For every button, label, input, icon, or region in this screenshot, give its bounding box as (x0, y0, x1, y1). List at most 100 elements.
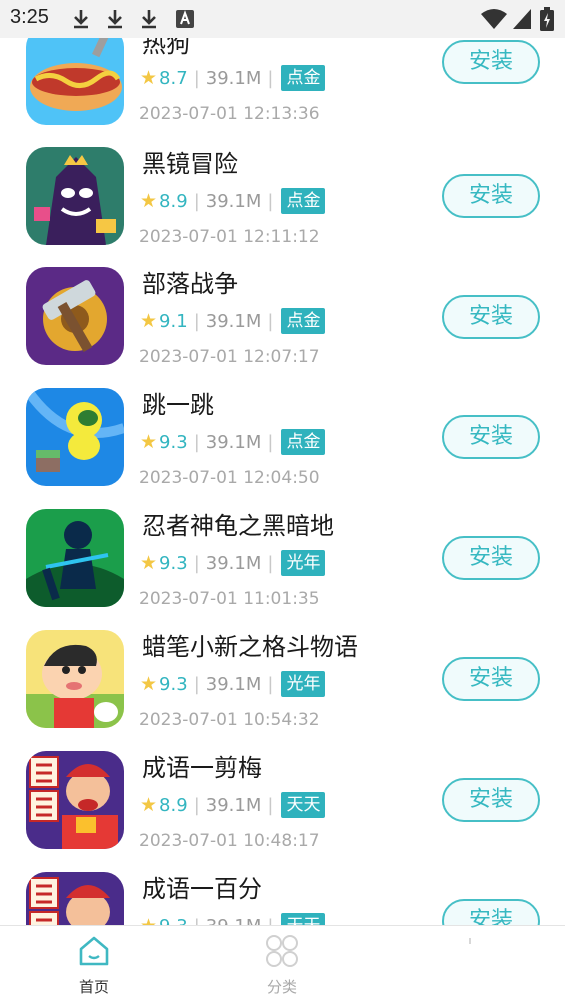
app-rating: 8.9 (159, 190, 188, 212)
app-meta: ★ 9.3 | 39.1M | 点金 (140, 428, 326, 456)
app-date: 2023-07-01 11:01:35 (139, 589, 320, 609)
install-button[interactable]: 安装 (442, 899, 540, 925)
app-name: 黑镜冒险 (142, 150, 238, 178)
battery-icon (540, 7, 554, 31)
app-meta: ★ 8.9 | 39.1M | 点金 (140, 187, 326, 215)
app-rating: 9.1 (159, 310, 188, 332)
app-size: 39.1M (205, 552, 262, 574)
install-button[interactable]: 安装 (442, 174, 540, 218)
list-item[interactable]: 跳一跳 ★ 9.3 | 39.1M | 点金 2023-07-01 12:04:… (0, 388, 565, 509)
app-rating: 8.7 (159, 67, 188, 89)
app-date: 2023-07-01 10:48:17 (139, 831, 320, 851)
app-name: 忍者神龟之黑暗地 (142, 512, 334, 540)
app-rating: 8.9 (159, 794, 188, 816)
divider: | (193, 310, 200, 332)
list-item[interactable]: 黑镜冒险 ★ 8.9 | 39.1M | 点金 2023-07-01 12:11… (0, 147, 565, 268)
app-tag: 点金 (281, 188, 326, 214)
app-name: 成语一剪梅 (142, 754, 262, 782)
app-date: 2023-07-01 12:07:17 (139, 347, 320, 367)
app-size: 39.1M (205, 431, 262, 453)
list-item[interactable]: 成语一剪梅 ★ 8.9 | 39.1M | 天天 2023-07-01 10:4… (0, 751, 565, 872)
app-tag: 天天 (281, 792, 326, 818)
install-button[interactable]: 安装 (442, 415, 540, 459)
tab-home[interactable]: 首页 (54, 934, 134, 1000)
divider: | (267, 794, 274, 816)
app-name: 部落战争 (142, 270, 238, 298)
list-item[interactable]: 部落战争 ★ 9.1 | 39.1M | 点金 2023-07-01 12:07… (0, 267, 565, 388)
app-date: 2023-07-01 10:54:32 (139, 710, 320, 730)
bottom-nav: 首页 分类 (0, 925, 565, 1004)
app-date: 2023-07-01 12:13:36 (139, 104, 320, 124)
star-icon: ★ (140, 551, 158, 574)
app-meta: ★ 8.9 | 39.1M | 天天 (140, 791, 326, 819)
wifi-icon (481, 9, 507, 29)
install-button[interactable]: 安装 (442, 295, 540, 339)
star-icon: ★ (140, 189, 158, 212)
divider: | (193, 794, 200, 816)
app-size: 39.1M (205, 190, 262, 212)
app-name: 跳一跳 (142, 391, 214, 419)
app-size: 39.1M (205, 310, 262, 332)
app-tag: 光年 (281, 550, 326, 576)
app-meta: ★ 9.3 | 39.1M | 光年 (140, 670, 326, 698)
app-size: 39.1M (206, 916, 262, 926)
list-item[interactable]: 成语一百分 ★ 9.3 | 39.1M | 天天 安装 (0, 872, 565, 925)
download-icon (74, 10, 88, 29)
star-icon: ★ (140, 66, 158, 89)
tab-home-label: 首页 (78, 978, 109, 996)
divider: | (267, 552, 274, 574)
list-item[interactable]: 热狗 ★ 8.7 | 39.1M | 点金 2023-07-01 12:13:3… (0, 27, 565, 148)
signal-icon (513, 9, 531, 29)
divider: | (193, 673, 200, 695)
install-button[interactable]: 安装 (442, 778, 540, 822)
list-item[interactable]: 忍者神龟之黑暗地 ★ 9.3 | 39.1M | 光年 2023-07-01 1… (0, 509, 565, 630)
app-size: 39.1M (205, 673, 262, 695)
user-icon (469, 938, 471, 944)
download-icon (142, 10, 156, 29)
app-meta: ★ 9.3 | 39.1M | 天天 (140, 912, 326, 926)
install-button[interactable]: 安装 (442, 657, 540, 701)
divider: | (267, 310, 274, 332)
status-time: 3:25 (10, 6, 49, 28)
install-button[interactable]: 安装 (442, 536, 540, 580)
app-name: 成语一百分 (142, 875, 262, 903)
divider: | (267, 67, 274, 89)
purple-monster-icon (26, 147, 124, 245)
category-icon (266, 935, 298, 967)
app-date: 2023-07-01 12:04:50 (139, 468, 320, 488)
app-date: 2023-07-01 12:11:12 (139, 227, 320, 247)
app-tag: 天天 (281, 913, 326, 925)
tab-user[interactable] (430, 934, 510, 1000)
app-rating: 9.3 (159, 673, 188, 695)
download-icon (108, 10, 122, 29)
divider: | (267, 916, 273, 926)
app-name: 蜡笔小新之格斗物语 (142, 633, 358, 661)
divider: | (193, 67, 200, 89)
divider: | (267, 431, 274, 453)
app-size: 39.1M (205, 67, 262, 89)
tab-category-label: 分类 (266, 978, 297, 996)
ninja-icon (26, 509, 124, 607)
quiz-god-icon (26, 872, 124, 925)
app-rating: 9.3 (159, 431, 188, 453)
divider: | (193, 190, 200, 212)
app-rating: 9.3 (159, 916, 188, 926)
install-button[interactable]: 安装 (442, 40, 540, 84)
app-meta: ★ 9.1 | 39.1M | 点金 (140, 307, 326, 335)
a-notification-icon (176, 10, 194, 28)
quiz-god-icon (26, 751, 124, 849)
app-tag: 光年 (281, 671, 326, 697)
star-icon: ★ (140, 309, 158, 332)
divider: | (194, 916, 200, 926)
star-icon: ★ (140, 672, 158, 695)
app-tag: 点金 (281, 429, 326, 455)
tab-category[interactable]: 分类 (242, 934, 322, 1000)
jumping-character-icon (26, 388, 124, 486)
star-icon: ★ (140, 793, 158, 816)
divider: | (267, 673, 274, 695)
list-item[interactable]: 蜡笔小新之格斗物语 ★ 9.3 | 39.1M | 光年 2023-07-01 … (0, 630, 565, 751)
app-list[interactable]: 热狗 ★ 8.7 | 39.1M | 点金 2023-07-01 12:13:3… (0, 0, 565, 925)
status-bar: 3:25 (0, 0, 565, 38)
app-meta: ★ 8.7 | 39.1M | 点金 (140, 64, 326, 92)
divider: | (193, 552, 200, 574)
